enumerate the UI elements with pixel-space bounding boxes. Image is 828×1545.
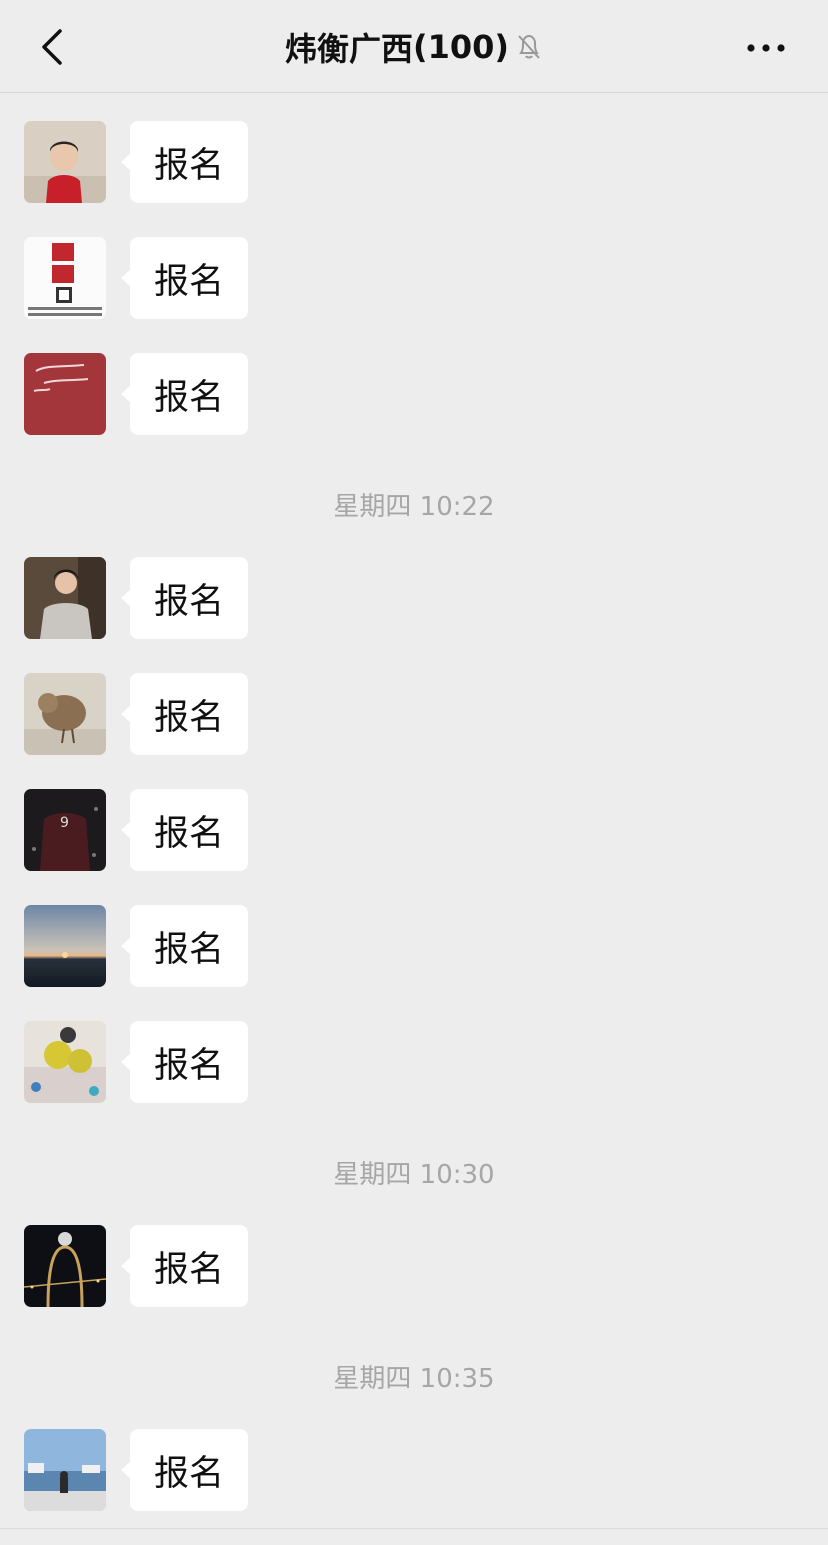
message-bubble[interactable]: 报名	[121, 789, 248, 871]
avatar[interactable]	[24, 673, 106, 755]
timestamp: 星期四 10:35	[333, 1364, 495, 1394]
bell-off-icon	[515, 32, 543, 62]
more-options-button[interactable]	[742, 28, 790, 68]
message-row: 报名	[24, 353, 324, 435]
message-bubble[interactable]: 报名	[121, 1225, 248, 1307]
message-bubble[interactable]: 报名	[121, 905, 248, 987]
input-area-divider	[0, 1528, 828, 1529]
message-row: 报名	[24, 673, 324, 755]
chat-header: 炜衡广西 (100)	[0, 0, 828, 93]
avatar[interactable]	[24, 905, 106, 987]
message-row: 报名	[24, 1225, 324, 1307]
svg-text:9: 9	[60, 815, 69, 831]
message-bubble[interactable]: 报名	[121, 237, 248, 319]
message-row: 报名	[24, 237, 324, 319]
message-row: 报名	[24, 1429, 324, 1511]
message-bubble[interactable]: 报名	[121, 1429, 248, 1511]
member-count: (100)	[412, 28, 510, 66]
message-row: 9 报名	[24, 789, 324, 871]
message-bubble[interactable]: 报名	[121, 1021, 248, 1103]
message-row: 报名	[24, 905, 324, 987]
message-bubble[interactable]: 报名	[121, 353, 248, 435]
avatar[interactable]	[24, 1429, 106, 1511]
avatar[interactable]	[24, 1021, 106, 1103]
chat-title: 炜衡广西	[284, 30, 413, 68]
avatar[interactable]	[24, 353, 106, 435]
timestamp: 星期四 10:30	[333, 1160, 495, 1190]
avatar[interactable]	[24, 557, 106, 639]
timestamp: 星期四 10:22	[333, 492, 495, 522]
message-bubble[interactable]: 报名	[121, 121, 248, 203]
more-horizontal-icon	[747, 44, 785, 52]
message-row: 报名	[24, 1021, 324, 1103]
message-bubble[interactable]: 报名	[121, 557, 248, 639]
chat-title-group: 炜衡广西 (100)	[0, 24, 828, 70]
avatar[interactable]	[24, 121, 106, 203]
avatar[interactable]: 9	[24, 789, 106, 871]
message-bubble[interactable]: 报名	[121, 673, 248, 755]
message-row: 报名	[24, 557, 324, 639]
avatar[interactable]	[24, 237, 106, 319]
message-row: 报名	[24, 121, 324, 203]
avatar[interactable]	[24, 1225, 106, 1307]
